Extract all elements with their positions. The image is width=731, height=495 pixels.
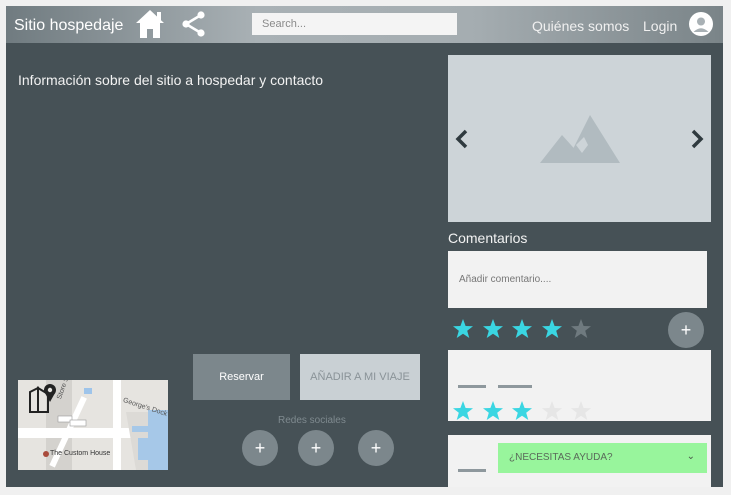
user-avatar-icon[interactable] xyxy=(689,12,713,36)
nav-link-about[interactable]: Quiénes somos xyxy=(532,18,629,34)
image-placeholder-icon xyxy=(540,115,620,163)
add-comment-button[interactable]: + xyxy=(668,312,704,348)
app-window: Sitio hospedaje Quiénes somos Login Info… xyxy=(6,6,723,487)
add-to-trip-button[interactable]: AÑADIR A MI VIAJE xyxy=(300,354,420,400)
site-info-text: Información sobre del sitio a hospedar y… xyxy=(18,72,324,88)
review-card xyxy=(448,350,711,421)
star-filled-icon[interactable] xyxy=(511,318,533,340)
star-empty-icon xyxy=(541,401,562,420)
reservar-button[interactable]: Reservar xyxy=(193,354,290,400)
social-label: Redes sociales xyxy=(278,415,346,426)
share-icon[interactable] xyxy=(181,11,207,37)
help-label: ¿NECESITAS AYUDA? xyxy=(509,452,613,463)
brand-title: Sitio hospedaje xyxy=(14,17,124,34)
search-input[interactable] xyxy=(252,13,457,35)
star-empty-icon[interactable] xyxy=(570,318,592,340)
rating-input[interactable] xyxy=(448,318,598,342)
star-filled-icon[interactable] xyxy=(482,318,504,340)
comments-title: Comentarios xyxy=(448,230,528,246)
chevron-right-icon[interactable] xyxy=(687,125,707,153)
review-author-placeholder xyxy=(458,469,486,472)
social-button-3[interactable]: + xyxy=(358,430,394,466)
star-filled-icon xyxy=(482,401,503,420)
social-button-1[interactable]: + xyxy=(242,430,278,466)
star-filled-icon xyxy=(512,401,532,420)
help-chat-bar[interactable]: ¿NECESITAS AYUDA? ⌄ xyxy=(498,443,707,473)
review-date-placeholder xyxy=(498,385,532,388)
review-author-placeholder xyxy=(458,385,486,388)
star-filled-icon[interactable] xyxy=(541,318,563,340)
star-empty-icon xyxy=(571,401,591,420)
review-rating xyxy=(448,400,598,424)
comment-input[interactable] xyxy=(448,251,707,308)
chevron-left-icon[interactable] xyxy=(452,125,472,153)
image-carousel[interactable] xyxy=(448,55,711,222)
star-filled-icon[interactable] xyxy=(452,318,474,340)
location-map[interactable]: Store St George's Dock The Custom House xyxy=(18,380,168,470)
star-filled-icon xyxy=(453,401,473,420)
home-icon[interactable] xyxy=(135,9,165,39)
chevron-down-icon: ⌄ xyxy=(686,451,695,462)
top-bar: Sitio hospedaje Quiénes somos Login xyxy=(6,6,723,43)
social-button-2[interactable]: + xyxy=(298,430,334,466)
nav-link-login[interactable]: Login xyxy=(643,18,677,34)
map-place-label: The Custom House xyxy=(50,450,111,457)
